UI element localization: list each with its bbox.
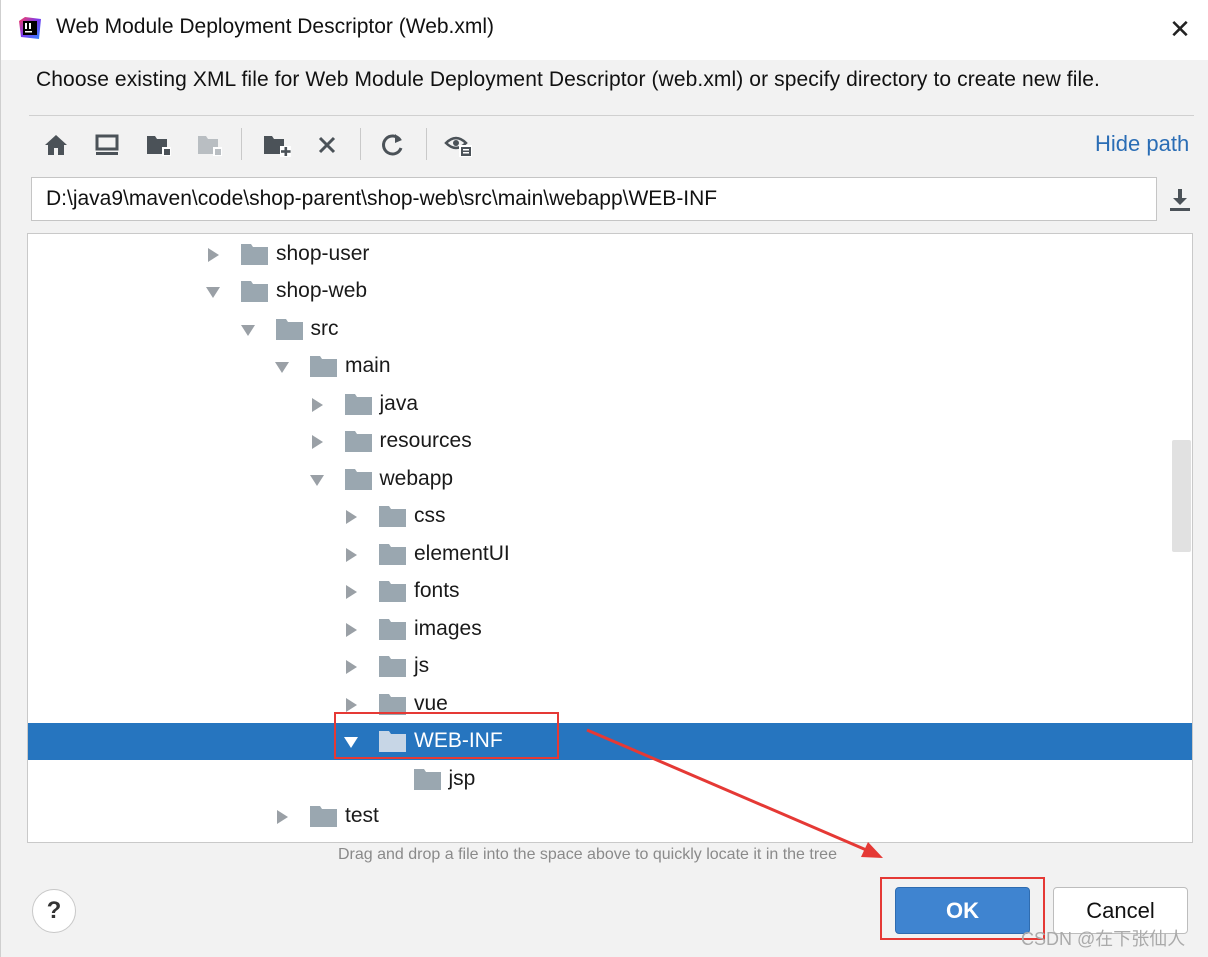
tree-scrollbar-thumb[interactable]: [1172, 440, 1191, 552]
new-folder-icon[interactable]: [260, 128, 294, 162]
intellij-app-icon: [19, 17, 41, 39]
folder-icon: [379, 581, 406, 602]
folder-icon: [379, 731, 406, 752]
project-folder-icon[interactable]: [142, 128, 176, 162]
folder-icon: [379, 544, 406, 565]
tree-item-label: resources: [379, 429, 472, 452]
tree-row[interactable]: js: [28, 648, 1192, 685]
delete-icon[interactable]: [310, 128, 344, 162]
title-bar: Web Module Deployment Descriptor (Web.xm…: [1, 0, 1208, 60]
tree-item-label: images: [414, 617, 482, 640]
tree-item-label: jsp: [448, 767, 476, 790]
tree-row[interactable]: fonts: [28, 573, 1192, 610]
divider: [29, 115, 1194, 116]
folder-icon: [310, 806, 337, 827]
folder-icon: [344, 394, 372, 415]
folder-icon: [379, 506, 406, 527]
tree-row[interactable]: elementUI: [28, 536, 1192, 573]
tree-row[interactable]: webapp: [28, 461, 1192, 498]
expanded-arrow-icon[interactable]: [238, 311, 258, 348]
collapsed-arrow-icon[interactable]: [272, 798, 292, 835]
collapsed-arrow-icon[interactable]: [307, 423, 327, 460]
home-icon[interactable]: [39, 128, 73, 162]
collapsed-arrow-icon[interactable]: [341, 611, 361, 648]
show-hidden-icon[interactable]: [442, 128, 476, 162]
folder-icon: [379, 619, 406, 640]
tree-row[interactable]: main: [28, 348, 1192, 385]
download-icon[interactable]: [1164, 184, 1196, 216]
dialog-description: Choose existing XML file for Web Module …: [36, 68, 1100, 91]
expanded-arrow-icon[interactable]: [307, 461, 327, 498]
tree-row[interactable]: src: [28, 311, 1192, 348]
collapsed-arrow-icon[interactable]: [341, 573, 361, 610]
path-input[interactable]: [31, 177, 1157, 221]
folder-icon: [275, 319, 303, 340]
tree-item-label: src: [310, 317, 339, 340]
drag-drop-hint: Drag and drop a file into the space abov…: [338, 846, 837, 863]
tree-row[interactable]: vue: [28, 686, 1192, 723]
toolbar-separator: [426, 128, 427, 160]
desktop-icon[interactable]: [90, 128, 124, 162]
tree-item-label: js: [414, 654, 430, 677]
tree-item-label: vue: [414, 692, 448, 715]
module-folder-icon[interactable]: [193, 128, 227, 162]
folder-icon: [413, 769, 441, 790]
tree-item-label: shop-user: [276, 242, 370, 265]
tree-item-label: shop-web: [276, 279, 368, 302]
folder-icon: [379, 656, 406, 677]
dialog-window: Web Module Deployment Descriptor (Web.xm…: [0, 0, 1208, 957]
collapsed-arrow-icon[interactable]: [341, 648, 361, 685]
file-chooser-toolbar: [29, 120, 1194, 170]
tree-row[interactable]: shop-user: [28, 236, 1192, 273]
collapsed-arrow-icon[interactable]: [203, 236, 223, 273]
collapsed-arrow-icon[interactable]: [341, 536, 361, 573]
tree-row[interactable]: resources: [28, 423, 1192, 460]
expanded-arrow-icon[interactable]: [203, 273, 223, 310]
watermark: CSDN @在下张仙人: [1021, 929, 1186, 949]
collapsed-arrow-icon[interactable]: [341, 686, 361, 723]
folder-icon: [344, 469, 372, 490]
ok-button[interactable]: OK: [895, 887, 1030, 934]
tree-item-label: test: [345, 804, 379, 827]
folder-icon: [344, 431, 372, 452]
tree-item-label: webapp: [379, 467, 454, 490]
tree-item-label: css: [414, 504, 446, 527]
tree-item-label: WEB-INF: [414, 729, 503, 752]
collapsed-arrow-icon[interactable]: [307, 386, 327, 423]
window-title: Web Module Deployment Descriptor (Web.xm…: [56, 15, 495, 38]
tree-row[interactable]: shop-web: [28, 273, 1192, 310]
refresh-icon[interactable]: [376, 128, 410, 162]
tree-item-label: elementUI: [414, 542, 510, 565]
hide-path-link[interactable]: Hide path: [1095, 131, 1189, 157]
tree-item-label: main: [345, 354, 391, 377]
expanded-arrow-icon[interactable]: [341, 723, 361, 760]
expanded-arrow-icon[interactable]: [272, 348, 292, 385]
toolbar-separator: [360, 128, 361, 160]
folder-icon: [241, 281, 268, 302]
help-button[interactable]: ?: [32, 889, 76, 933]
folder-icon: [310, 356, 337, 377]
tree-row[interactable]: java: [28, 386, 1192, 423]
tree-row[interactable]: images: [28, 611, 1192, 648]
folder-icon: [241, 244, 268, 265]
tree-item-label: fonts: [414, 579, 460, 602]
tree-item-label: java: [379, 392, 419, 415]
toolbar-separator: [241, 128, 242, 160]
collapsed-arrow-icon[interactable]: [341, 498, 361, 535]
folder-icon: [379, 694, 406, 715]
close-button[interactable]: ✕: [1161, 10, 1199, 48]
tree-row[interactable]: css: [28, 498, 1192, 535]
